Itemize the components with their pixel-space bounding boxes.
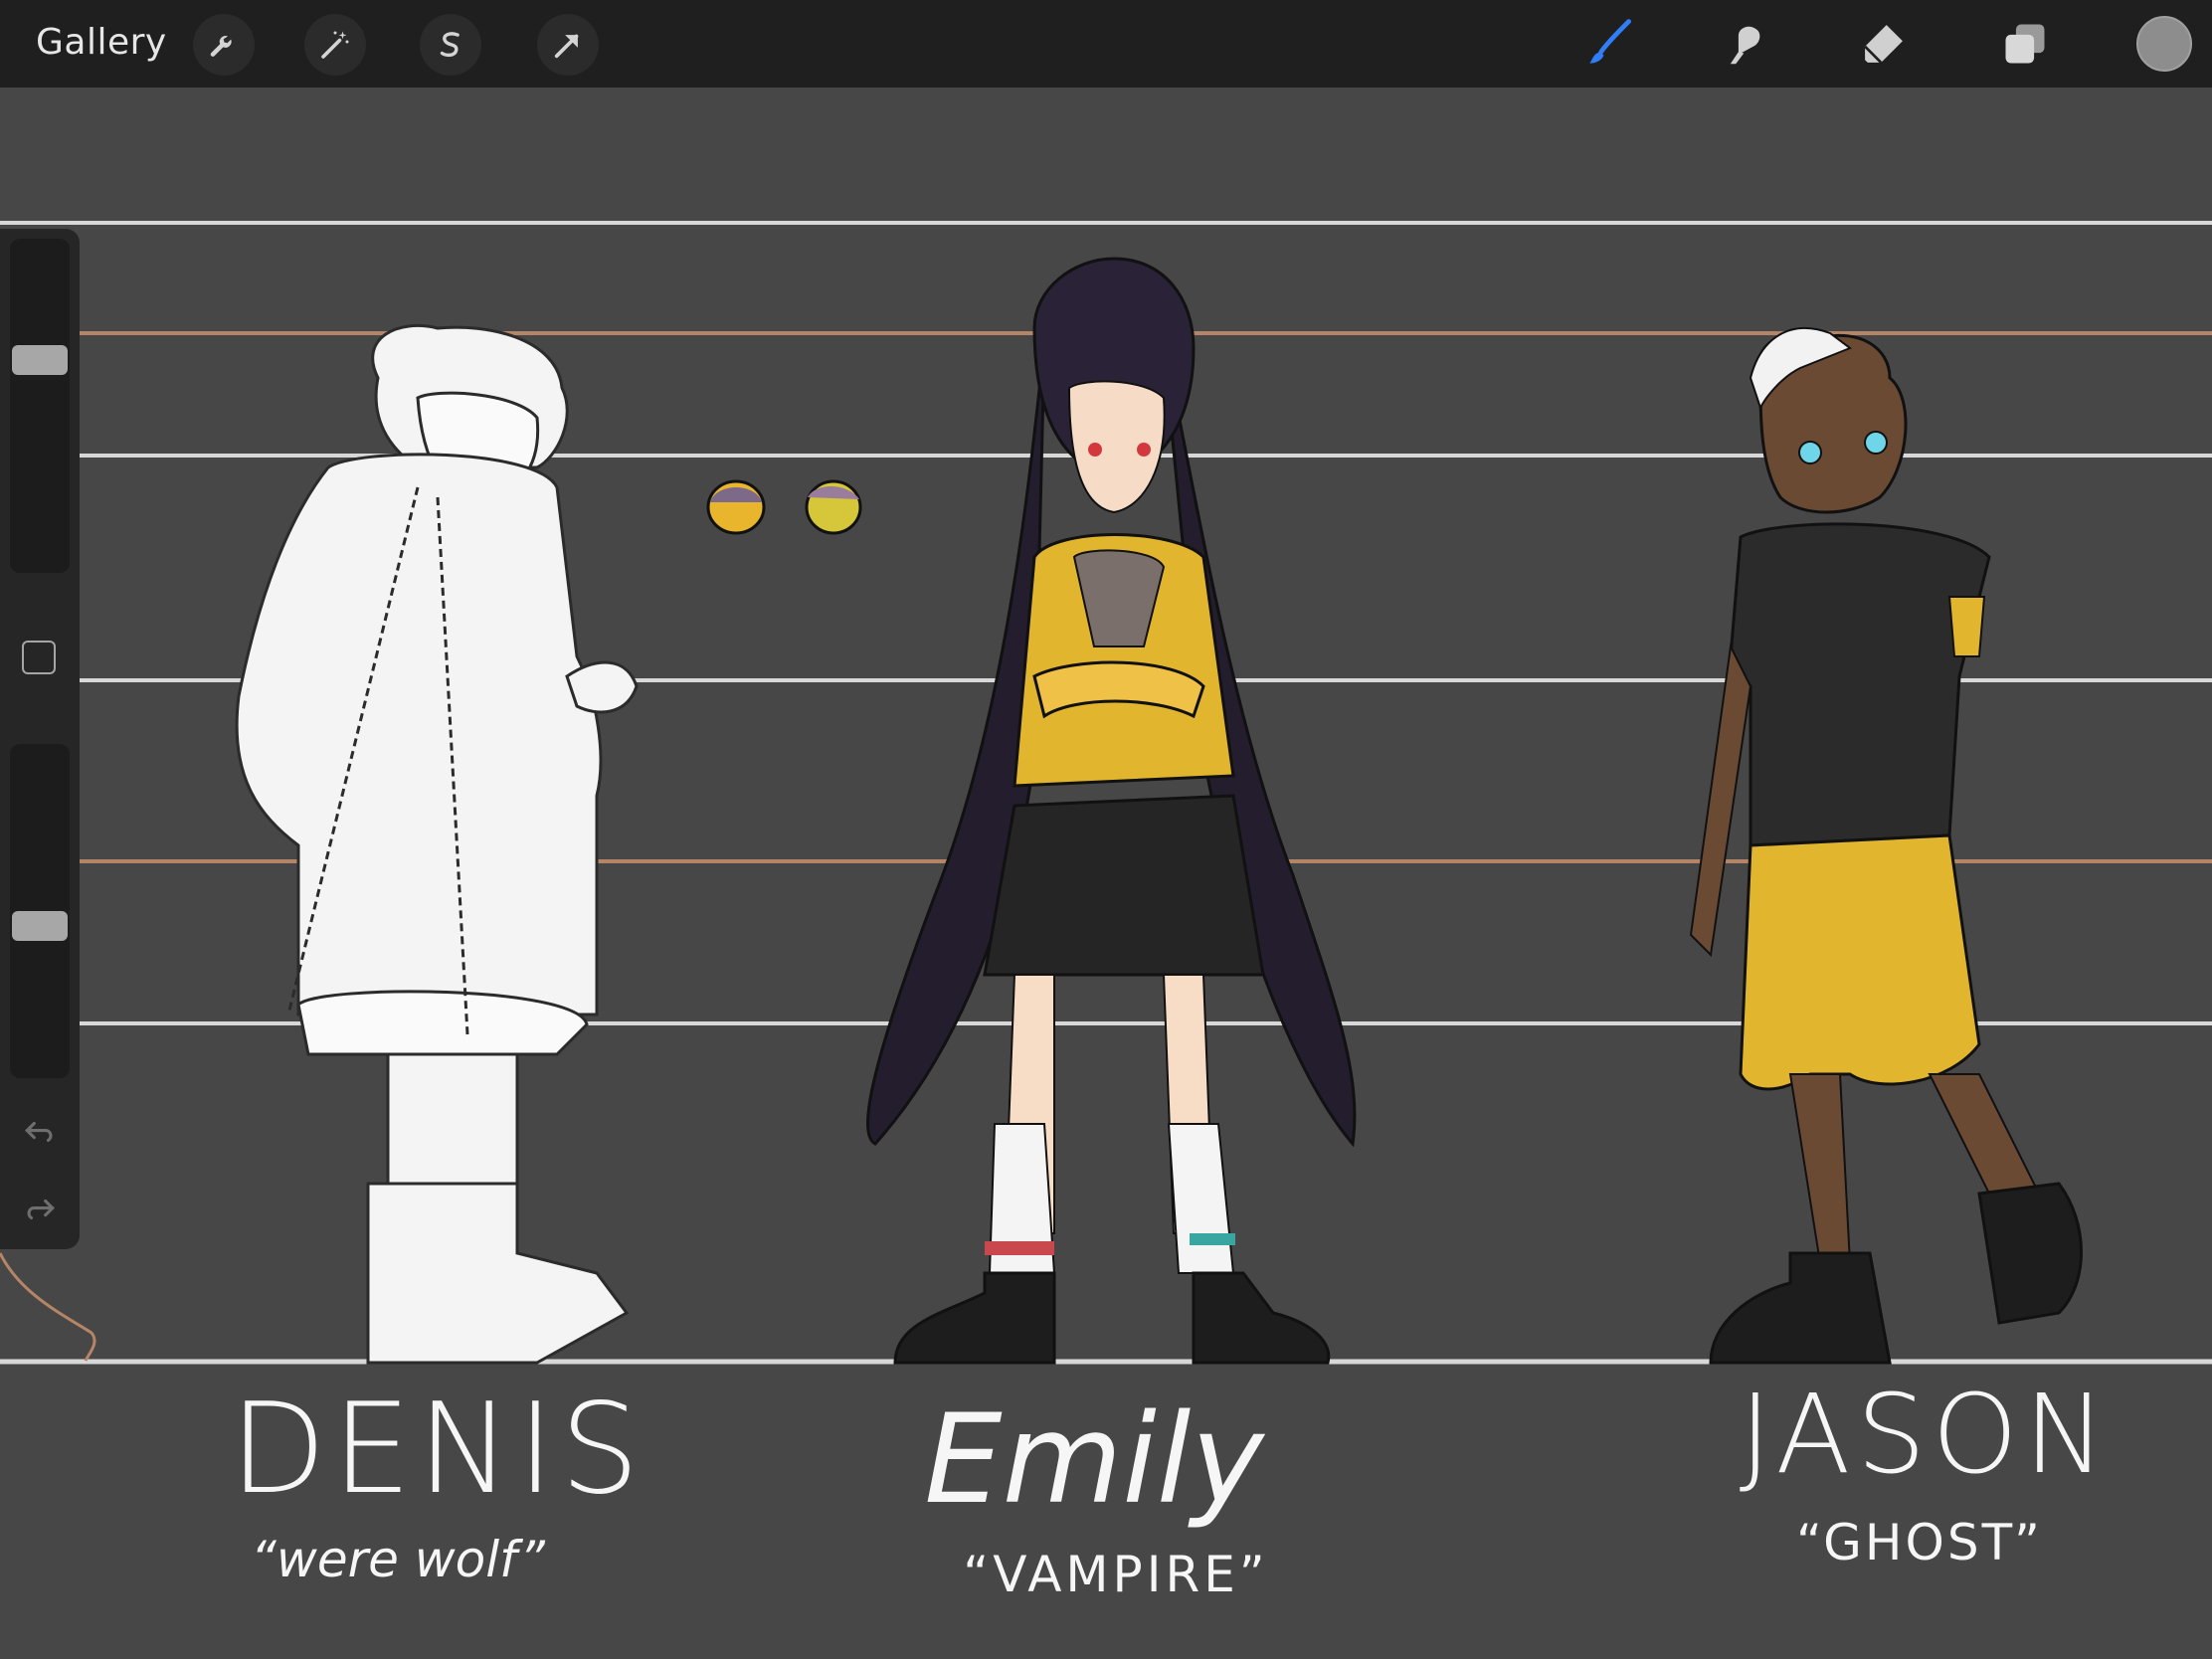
brush-size-slider[interactable]	[10, 239, 70, 573]
magic-wand-icon	[321, 31, 349, 59]
brush-icon	[1589, 19, 1631, 64]
smudge-tool-button[interactable]	[1715, 12, 1778, 76]
character-name-denis: DENIS	[230, 1376, 645, 1522]
left-sidebar	[0, 229, 80, 1249]
undo-button[interactable]	[18, 1110, 62, 1154]
adjustments-button[interactable]	[304, 14, 366, 76]
transform-arrow-icon	[554, 34, 579, 59]
eraser-icon	[1864, 25, 1903, 64]
character-name-emily: Emily	[924, 1388, 1265, 1532]
color-picker-button[interactable]	[2136, 16, 2192, 72]
layers-button[interactable]	[1993, 12, 2057, 76]
name-labels: DENIS “were wolf” Emily “VAMPIRE” JASON …	[230, 1371, 2112, 1603]
undo-icon	[25, 1121, 53, 1143]
redo-button[interactable]	[18, 1188, 62, 1231]
character-role-denis: “were wolf”	[251, 1531, 546, 1588]
brush-tool-button[interactable]	[1577, 12, 1641, 76]
top-toolbar: Gallery	[0, 0, 2212, 88]
opacity-thumb[interactable]	[12, 911, 68, 941]
character-name-jason: JASON	[1740, 1371, 2112, 1498]
character-role-jason: “GHOST”	[1796, 1514, 2043, 1571]
smudge-icon	[1730, 26, 1760, 65]
redo-icon	[27, 1198, 55, 1220]
gallery-button[interactable]: Gallery	[36, 22, 167, 63]
selection-s-icon	[440, 32, 460, 58]
drawing-canvas[interactable]: DENIS “were wolf” Emily “VAMPIRE” JASON …	[0, 88, 2212, 1659]
transform-button[interactable]	[537, 14, 599, 76]
layers-icon	[2005, 24, 2045, 64]
character-role-emily: “VAMPIRE”	[963, 1546, 1268, 1603]
modify-button[interactable]	[22, 641, 56, 674]
actions-button[interactable]	[193, 14, 255, 76]
wrench-icon	[210, 36, 232, 57]
eraser-tool-button[interactable]	[1852, 12, 1916, 76]
opacity-slider[interactable]	[10, 744, 70, 1078]
brush-size-thumb[interactable]	[12, 345, 68, 375]
selection-button[interactable]	[420, 14, 481, 76]
